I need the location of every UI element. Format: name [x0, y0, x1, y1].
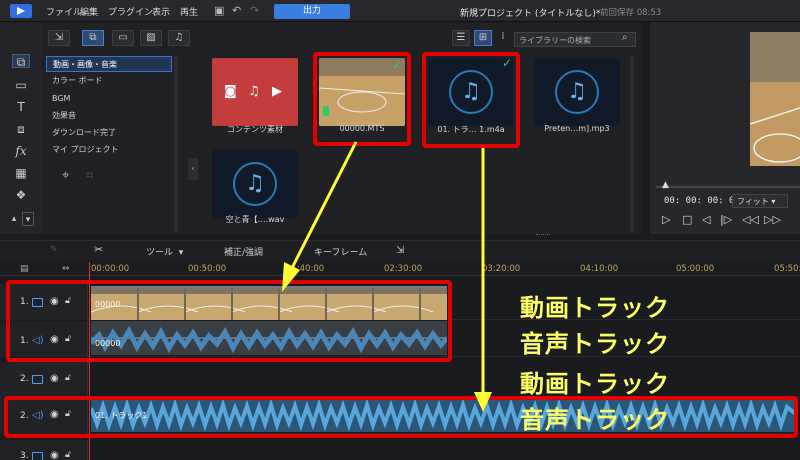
- annotation-arrows: [282, 141, 492, 412]
- arrow-head-icon: [474, 392, 492, 412]
- video-track-label: 動画トラック: [520, 370, 670, 398]
- audio-track-label: 音声トラック: [520, 406, 670, 434]
- video-track-label: 動画トラック: [520, 294, 670, 322]
- arrow-head-icon: [282, 262, 300, 292]
- audio-track-label: 音声トラック: [520, 330, 670, 358]
